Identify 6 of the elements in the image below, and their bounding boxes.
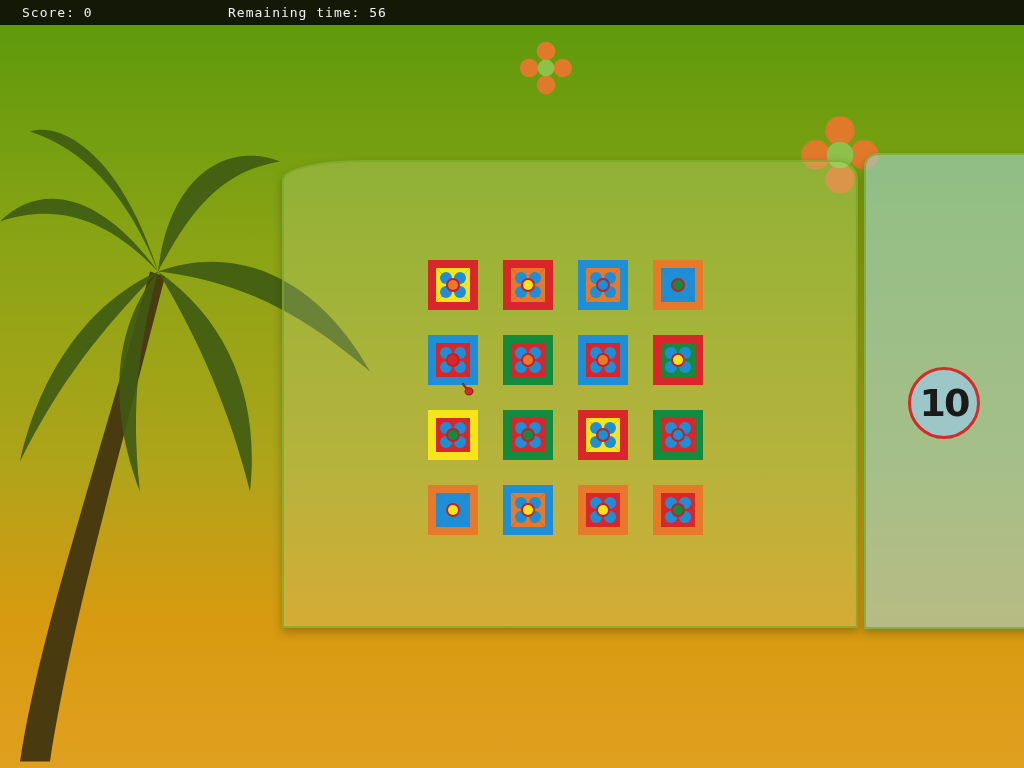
counter-badge: 10 [908,367,980,439]
hand-cursor-icon [462,382,474,396]
flower-icon [518,40,574,96]
score-text: Score: 0 [22,5,94,20]
flower-icon [800,115,880,195]
remaining-time-text: Remaining time: 56 [228,5,387,20]
